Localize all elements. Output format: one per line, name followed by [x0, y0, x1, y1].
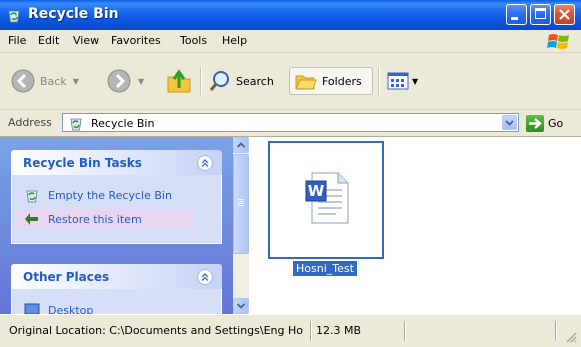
svg-text:W: W	[308, 182, 325, 200]
close-button[interactable]	[554, 4, 575, 25]
scroll-up-button[interactable]	[233, 137, 249, 153]
status-divider	[555, 321, 557, 341]
maximize-button[interactable]	[530, 4, 551, 25]
up-folder-icon	[167, 69, 191, 93]
task-pane-scrollbar[interactable]	[233, 137, 249, 314]
menu-help[interactable]: Help	[222, 34, 247, 47]
recycle-bin-icon	[8, 10, 20, 23]
menu-favorites[interactable]: Favorites	[111, 34, 161, 47]
file-view: W Hosni_Test	[249, 137, 581, 314]
word-document-icon: W	[305, 172, 349, 224]
menu-view[interactable]: View	[73, 34, 99, 47]
file-item-selected[interactable]: W	[268, 141, 384, 259]
menu-bar: File Edit View Favorites Tools Help	[0, 30, 581, 53]
search-icon	[209, 71, 229, 91]
back-label: Back	[40, 74, 67, 88]
address-dropdown-button[interactable]	[502, 115, 517, 130]
recycle-bin-tasks-header[interactable]: Recycle Bin Tasks	[11, 150, 222, 175]
menu-edit[interactable]: Edit	[38, 34, 59, 47]
empty-recycle-bin-label: Empty the Recycle Bin	[48, 188, 172, 202]
folders-icon	[295, 75, 317, 90]
back-arrow-icon	[11, 69, 35, 93]
minimize-icon	[511, 17, 518, 20]
back-button[interactable]: Back ▼	[10, 67, 79, 95]
collapse-chevron-icon[interactable]	[197, 155, 213, 171]
chevron-down-icon	[505, 120, 514, 126]
recycle-bin-icon	[70, 118, 82, 131]
views-dropdown-icon[interactable]: ▼	[412, 77, 418, 86]
search-button[interactable]: Search	[208, 67, 274, 95]
back-dropdown-icon[interactable]: ▼	[73, 77, 79, 86]
views-button[interactable]: ▼	[386, 67, 418, 95]
maximize-icon	[535, 8, 546, 19]
place-desktop[interactable]: Desktop	[24, 301, 93, 314]
folders-button[interactable]: Folders	[289, 67, 373, 95]
forward-arrow-icon	[107, 69, 131, 93]
scroll-down-arrow-icon	[236, 303, 246, 309]
desktop-label: Desktop	[48, 303, 94, 315]
toolbar: Back ▼ ▼ Search Folders ▼	[0, 53, 581, 110]
recycle-bin-tasks-body: Empty the Recycle Bin Restore this item	[11, 175, 222, 244]
address-input[interactable]: Recycle Bin	[62, 113, 519, 132]
status-divider	[310, 321, 312, 341]
scroll-thumb[interactable]	[233, 154, 249, 254]
recycle-bin-tasks-title: Recycle Bin Tasks	[23, 156, 142, 170]
resize-grip-icon[interactable]	[565, 331, 577, 343]
scroll-up-arrow-icon	[236, 142, 246, 148]
status-divider	[404, 321, 406, 341]
go-button[interactable]: Go	[526, 114, 563, 132]
go-label: Go	[548, 116, 564, 130]
go-arrow-icon	[526, 114, 544, 132]
other-places-title: Other Places	[23, 270, 110, 284]
window-title: Recycle Bin	[28, 6, 119, 22]
file-name-label[interactable]: Hosni_Test	[293, 261, 357, 276]
other-places-header[interactable]: Other Places	[11, 264, 222, 289]
toolbar-separator	[200, 67, 202, 95]
address-value: Recycle Bin	[91, 117, 155, 130]
empty-recycle-bin-icon	[26, 190, 38, 203]
task-restore-item[interactable]: Restore this item	[24, 210, 142, 228]
status-size: 12.3 MB	[316, 324, 362, 337]
desktop-icon	[24, 303, 40, 314]
task-pane: Recycle Bin Tasks Empty the Recycle Bin	[0, 137, 233, 314]
up-folder-button[interactable]	[165, 67, 193, 95]
scroll-down-button[interactable]	[233, 298, 249, 314]
menu-file[interactable]: File	[8, 34, 26, 47]
minimize-button[interactable]	[506, 4, 527, 25]
views-icon	[387, 72, 409, 90]
toolbar-separator	[378, 67, 380, 95]
recycle-bin-window: Recycle Bin File Edit View Favorites Too…	[0, 0, 581, 347]
status-original-location: Original Location: C:\Documents and Sett…	[9, 324, 303, 337]
forward-dropdown-icon[interactable]: ▼	[138, 77, 144, 86]
windows-logo-icon	[547, 34, 569, 49]
task-empty-recycle-bin[interactable]: Empty the Recycle Bin	[24, 186, 172, 204]
recycle-bin-tasks-panel: Recycle Bin Tasks Empty the Recycle Bin	[11, 150, 222, 244]
menu-tools[interactable]: Tools	[180, 34, 207, 47]
collapse-chevron-icon[interactable]	[197, 269, 213, 285]
status-bar: Original Location: C:\Documents and Sett…	[0, 314, 581, 347]
restore-item-label: Restore this item	[48, 212, 142, 226]
forward-button[interactable]: ▼	[106, 67, 144, 95]
address-label: Address	[8, 116, 52, 129]
restore-icon	[25, 213, 38, 225]
other-places-panel: Other Places Desktop	[11, 264, 222, 314]
title-bar[interactable]: Recycle Bin	[0, 0, 581, 30]
other-places-body: Desktop	[11, 289, 222, 314]
close-icon	[559, 9, 570, 20]
address-bar: Address Recycle Bin Go	[0, 110, 581, 137]
folders-label: Folders	[322, 74, 362, 88]
search-label: Search	[236, 74, 274, 88]
